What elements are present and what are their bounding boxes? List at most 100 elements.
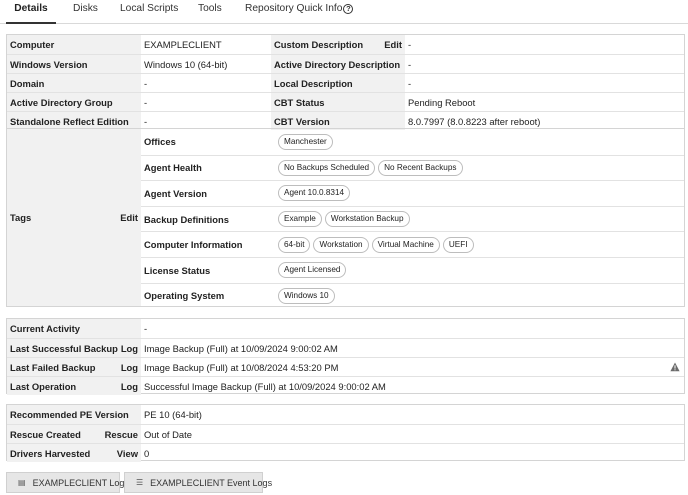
tag-pill-list: Windows 10 — [271, 284, 684, 309]
tag-category-label: License Status — [144, 264, 211, 276]
tag-pill-list: Agent Licensed — [271, 258, 684, 283]
windows-version-label: Windows Version — [7, 55, 141, 73]
drivers-harvested-label: Drivers Harvested View — [7, 444, 141, 462]
tag-category-label: Backup Definitions — [144, 213, 229, 225]
tab-repository-quick-info[interactable]: Repository Quick Info? — [245, 0, 354, 24]
log-file-icon: ▤ — [18, 478, 26, 487]
table-row: Rescue Created Rescue Out of Date — [7, 424, 684, 443]
tag-pill[interactable]: Workstation — [313, 236, 369, 253]
summary-table: Computer EXAMPLECLIENT Custom Descriptio… — [6, 34, 685, 130]
tag-category-label: Operating System — [144, 290, 225, 302]
tag-row: Agent Version Agent 10.0.8314 — [141, 180, 684, 206]
custom-description-label-text: Custom Description — [274, 39, 364, 50]
last-successful-backup-log-link[interactable]: Log — [121, 339, 138, 357]
current-activity-label: Current Activity — [7, 319, 141, 338]
rescue-table: Recommended PE Version PE 10 (64-bit) Re… — [6, 404, 685, 462]
recommended-pe-label: Recommended PE Version — [7, 405, 141, 424]
tag-category-label: Offices — [144, 136, 176, 148]
cbt-status-value: Pending Reboot — [408, 96, 476, 108]
drivers-harvested-value: 0 — [144, 447, 150, 459]
tag-category-label: Agent Version — [144, 187, 208, 199]
recommended-pe-value: PE 10 (64-bit) — [144, 409, 202, 420]
ad-group-label: Active Directory Group — [7, 93, 141, 111]
custom-description-label: Custom Description Edit — [271, 35, 405, 54]
tab-disks[interactable]: Disks — [73, 0, 98, 24]
local-description-value: - — [408, 77, 412, 89]
tag-pill[interactable]: Workstation Backup — [324, 211, 410, 228]
windows-version-value: Windows 10 (64-bit) — [144, 58, 228, 70]
warning-icon[interactable] — [670, 362, 680, 372]
table-row: Windows Version Windows 10 (64-bit) Acti… — [7, 54, 684, 73]
drivers-harvested-label-text: Drivers Harvested — [10, 447, 91, 459]
last-successful-backup-value: Image Backup (Full) at 10/09/2024 9:00:0… — [144, 342, 338, 354]
drivers-view-link[interactable]: View — [117, 444, 138, 462]
last-operation-value: Successful Image Backup (Full) at 10/09/… — [144, 380, 386, 392]
rescue-link[interactable]: Rescue — [105, 425, 138, 443]
table-row: Drivers Harvested View 0 — [7, 443, 684, 462]
tag-pill[interactable]: Virtual Machine — [371, 236, 440, 253]
client-logs-button[interactable]: ▤ EXAMPLECLIENT Logs — [6, 472, 129, 493]
table-row: Computer EXAMPLECLIENT Custom Descriptio… — [7, 35, 684, 54]
tag-pill[interactable]: 64-bit — [278, 236, 311, 253]
last-failed-backup-label: Last Failed Backup Log — [7, 358, 141, 376]
rescue-created-label: Rescue Created Rescue — [7, 425, 141, 443]
computer-value: EXAMPLECLIENT — [144, 39, 222, 50]
table-row: Domain - Local Description - — [7, 73, 684, 92]
edit-custom-description-button[interactable]: Edit — [384, 35, 402, 54]
tags-table: Tags Edit Offices Manchester Agent Health No… — [6, 128, 685, 307]
last-operation-log-link[interactable]: Log — [121, 377, 138, 395]
table-row: Current Activity - — [7, 319, 684, 338]
tag-row: License Status Agent Licensed — [141, 257, 684, 283]
last-failed-backup-label-text: Last Failed Backup — [10, 361, 96, 373]
tag-pill-list: No Backups Scheduled No Recent Backups — [271, 156, 684, 181]
client-event-logs-button-label: EXAMPLECLIENT Event Logs — [150, 477, 273, 488]
last-successful-backup-label: Last Successful Backup Log — [7, 339, 141, 357]
rescue-created-value: Out of Date — [144, 428, 192, 440]
tag-row: Backup Definitions Example Workstation Bac… — [141, 205, 684, 232]
tag-pill[interactable]: Agent 10.0.8314 — [278, 185, 351, 202]
tag-row: Offices Manchester — [141, 129, 684, 155]
tag-pill-list: Manchester — [271, 129, 684, 155]
custom-description-value: - — [408, 39, 412, 50]
last-failed-backup-log-link[interactable]: Log — [121, 358, 138, 376]
table-row: Active Directory Group - CBT Status Pend… — [7, 92, 684, 111]
event-list-icon: ☰ — [136, 478, 144, 487]
tag-pill[interactable]: UEFI — [442, 236, 474, 253]
tag-pill[interactable]: Manchester — [278, 133, 333, 150]
client-logs-button-label: EXAMPLECLIENT Logs — [32, 477, 129, 488]
activity-table: Current Activity - Last Successful Backu… — [6, 318, 685, 395]
domain-label: Domain — [7, 74, 141, 92]
tags-label: Tags Edit — [7, 129, 141, 306]
info-icon[interactable]: ? — [343, 4, 354, 14]
local-description-label: Local Description — [271, 74, 405, 92]
tags-label-text: Tags — [10, 212, 32, 223]
edit-tags-button[interactable]: Edit — [120, 129, 138, 306]
last-operation-label: Last Operation Log — [7, 377, 141, 395]
ad-description-label: Active Directory Description — [271, 55, 405, 73]
last-operation-label-text: Last Operation — [10, 380, 77, 392]
tag-pill[interactable]: No Backups Scheduled — [278, 159, 376, 176]
tag-row: Operating System Windows 10 — [141, 282, 684, 309]
tag-category-label: Agent Health — [144, 162, 202, 174]
computer-label: Computer — [7, 35, 141, 54]
tag-pill[interactable]: No Recent Backups — [378, 159, 463, 176]
tab-tools[interactable]: Tools — [198, 0, 222, 24]
tab-details[interactable]: Details — [6, 0, 56, 24]
table-row: Recommended PE Version PE 10 (64-bit) — [7, 405, 684, 424]
domain-value: - — [144, 77, 148, 89]
tab-local-scripts[interactable]: Local Scripts — [120, 0, 178, 24]
tag-pill-list: Agent 10.0.8314 — [271, 181, 684, 206]
ad-group-value: - — [144, 96, 148, 108]
tag-pill[interactable]: Windows 10 — [278, 287, 335, 304]
tab-bar: Details Disks Local Scripts Tools Reposi… — [0, 0, 688, 24]
tag-category-label: Computer Information — [144, 239, 243, 251]
rescue-created-label-text: Rescue Created — [10, 428, 81, 440]
tag-pill[interactable]: Example — [278, 211, 322, 228]
cbt-status-label: CBT Status — [271, 93, 405, 111]
client-event-logs-button[interactable]: ☰ EXAMPLECLIENT Event Logs — [124, 472, 272, 493]
last-successful-backup-label-text: Last Successful Backup — [10, 342, 118, 354]
tag-pill[interactable]: Agent Licensed — [278, 262, 347, 279]
tag-pill-list: 64-bit Workstation Virtual Machine UEFI — [271, 232, 684, 257]
current-activity-value: - — [144, 323, 148, 334]
ad-description-value: - — [408, 58, 412, 70]
